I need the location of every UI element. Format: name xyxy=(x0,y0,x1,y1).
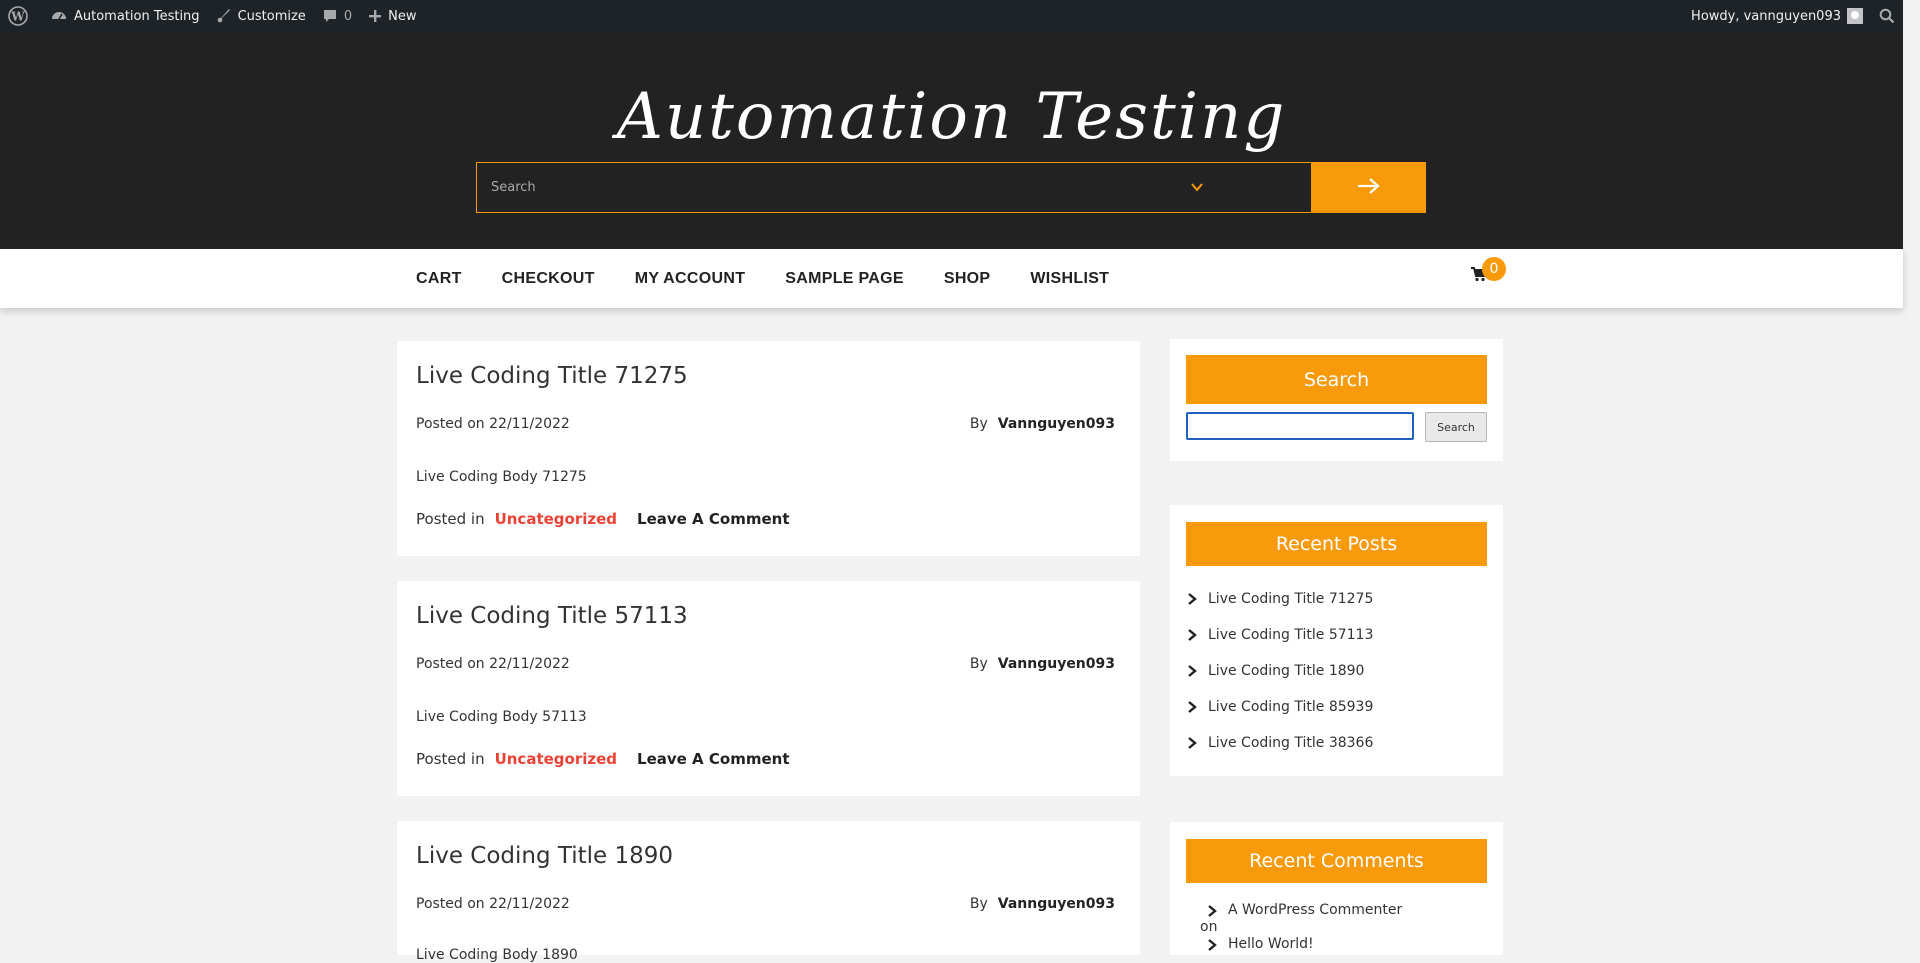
posted-in-label: Posted in xyxy=(416,510,485,528)
main-navigation: CART CHECKOUT MY ACCOUNT SAMPLE PAGE SHO… xyxy=(0,249,1903,308)
my-account-link[interactable]: Howdy, vannguyen093 xyxy=(1683,0,1871,32)
comment-author-link[interactable]: A WordPress Commenter xyxy=(1228,902,1402,919)
post-title[interactable]: Live Coding Title 71275 xyxy=(416,363,688,389)
recent-comments-title: Recent Comments xyxy=(1186,839,1487,883)
post-author: By Vannguyen093 xyxy=(970,656,1115,672)
post-author-link[interactable]: Vannguyen093 xyxy=(998,896,1115,912)
recent-post-link[interactable]: Live Coding Title 57113 xyxy=(1208,627,1373,643)
recent-posts-widget: Recent Posts Live Coding Title 71275 Liv… xyxy=(1170,505,1503,776)
recent-post-link[interactable]: Live Coding Title 71275 xyxy=(1208,591,1373,607)
header-search-input[interactable]: Search xyxy=(476,162,1312,213)
header-search-button[interactable] xyxy=(1312,162,1426,213)
post-card: Live Coding Title 1890 Posted on 22/11/2… xyxy=(397,821,1140,963)
search-icon xyxy=(1879,8,1895,24)
recent-post-item[interactable]: Live Coding Title 38366 xyxy=(1186,725,1373,761)
avatar xyxy=(1847,8,1863,24)
post-excerpt: Live Coding Body 57113 xyxy=(416,709,587,725)
header-search-placeholder: Search xyxy=(491,180,536,195)
recent-comment-item: A WordPress Commenter on Hello World! xyxy=(1200,902,1402,953)
cart-button[interactable]: 0 xyxy=(1470,257,1506,287)
recent-post-item[interactable]: Live Coding Title 1890 xyxy=(1186,653,1373,689)
chevron-right-icon xyxy=(1188,593,1197,605)
site-title[interactable]: Automation Testing xyxy=(0,80,1903,154)
recent-post-link[interactable]: Live Coding Title 85939 xyxy=(1208,699,1373,715)
chevron-right-icon xyxy=(1188,665,1197,677)
post-meta: Posted in Uncategorized Leave A Comment xyxy=(416,750,790,768)
site-header: Automation Testing Search xyxy=(0,32,1903,249)
post-date: Posted on 22/11/2022 xyxy=(416,656,570,672)
nav-item-sample-page[interactable]: SAMPLE PAGE xyxy=(785,270,904,288)
nav-item-cart[interactable]: CART xyxy=(416,270,462,288)
comment-on-label: on xyxy=(1200,919,1218,935)
arrow-right-icon xyxy=(1356,177,1382,199)
chevron-right-icon xyxy=(1188,701,1197,713)
admin-bar: W Automation Testing Customize 0 New How… xyxy=(0,0,1903,32)
plus-icon xyxy=(368,9,382,23)
post-by-label: By xyxy=(969,896,988,912)
post-excerpt: Live Coding Body 1890 xyxy=(416,947,578,963)
chevron-right-icon xyxy=(1208,904,1217,917)
howdy-text: Howdy, vannguyen093 xyxy=(1691,8,1841,24)
recent-post-item[interactable]: Live Coding Title 71275 xyxy=(1186,581,1373,617)
recent-post-link[interactable]: Live Coding Title 1890 xyxy=(1208,663,1364,679)
leave-comment-link[interactable]: Leave A Comment xyxy=(637,510,789,528)
comment-post-link[interactable]: Hello World! xyxy=(1228,936,1314,953)
admin-site-name: Automation Testing xyxy=(74,8,200,24)
cart-count-badge: 0 xyxy=(1482,257,1506,281)
post-by-label: By xyxy=(969,656,988,672)
post-date: Posted on 22/11/2022 xyxy=(416,896,570,912)
customize-link[interactable]: Customize xyxy=(208,0,314,32)
nav-item-wishlist[interactable]: WISHLIST xyxy=(1030,270,1109,288)
recent-post-item[interactable]: Live Coding Title 85939 xyxy=(1186,689,1373,725)
comments-count: 0 xyxy=(343,8,353,24)
post-title[interactable]: Live Coding Title 1890 xyxy=(416,843,673,869)
recent-posts-title: Recent Posts xyxy=(1186,522,1487,566)
post-author: By Vannguyen093 xyxy=(970,896,1115,912)
post-category-link[interactable]: Uncategorized xyxy=(495,510,617,528)
recent-posts-list: Live Coding Title 71275 Live Coding Titl… xyxy=(1186,581,1373,761)
nav-item-my-account[interactable]: MY ACCOUNT xyxy=(635,270,746,288)
comments-link[interactable]: 0 xyxy=(314,0,360,32)
posted-in-label: Posted in xyxy=(416,750,485,768)
chevron-right-icon xyxy=(1188,737,1197,749)
comment-bubble-icon xyxy=(322,8,338,24)
chevron-right-icon xyxy=(1188,629,1197,641)
post-title[interactable]: Live Coding Title 57113 xyxy=(416,603,688,629)
brush-icon xyxy=(216,8,232,24)
post-author-link[interactable]: Vannguyen093 xyxy=(998,416,1115,432)
search-widget-title: Search xyxy=(1186,355,1487,404)
post-card: Live Coding Title 57113 Posted on 22/11/… xyxy=(397,581,1140,796)
admin-site-name-link[interactable]: Automation Testing xyxy=(42,0,208,32)
post-card: Live Coding Title 71275 Posted on 22/11/… xyxy=(397,341,1140,556)
nav-item-checkout[interactable]: CHECKOUT xyxy=(502,270,595,288)
post-category-link[interactable]: Uncategorized xyxy=(495,750,617,768)
chevron-down-icon[interactable] xyxy=(1189,179,1205,199)
recent-comments-widget: Recent Comments A WordPress Commenter on… xyxy=(1170,822,1503,955)
recent-post-item[interactable]: Live Coding Title 57113 xyxy=(1186,617,1373,653)
post-meta: Posted in Uncategorized Leave A Comment xyxy=(416,510,790,528)
dashboard-icon xyxy=(50,7,68,25)
post-author: By Vannguyen093 xyxy=(970,416,1115,432)
sidebar-search-button[interactable]: Search xyxy=(1425,412,1487,442)
svg-text:W: W xyxy=(10,10,25,24)
wordpress-logo-button[interactable]: W xyxy=(0,0,42,32)
post-date: Posted on 22/11/2022 xyxy=(416,416,570,432)
leave-comment-link[interactable]: Leave A Comment xyxy=(637,750,789,768)
search-widget: Search Search xyxy=(1170,339,1503,461)
post-by-label: By xyxy=(969,416,988,432)
admin-search-button[interactable] xyxy=(1871,0,1903,32)
sidebar-search-input[interactable] xyxy=(1186,412,1414,440)
header-search: Search xyxy=(476,162,1426,213)
new-label: New xyxy=(388,8,417,24)
customize-label: Customize xyxy=(237,8,306,24)
chevron-right-icon xyxy=(1208,938,1217,951)
recent-post-link[interactable]: Live Coding Title 38366 xyxy=(1208,735,1373,751)
nav-item-shop[interactable]: SHOP xyxy=(944,270,991,288)
post-excerpt: Live Coding Body 71275 xyxy=(416,469,587,485)
new-content-link[interactable]: New xyxy=(360,0,424,32)
wordpress-icon: W xyxy=(8,6,28,26)
post-author-link[interactable]: Vannguyen093 xyxy=(998,656,1115,672)
